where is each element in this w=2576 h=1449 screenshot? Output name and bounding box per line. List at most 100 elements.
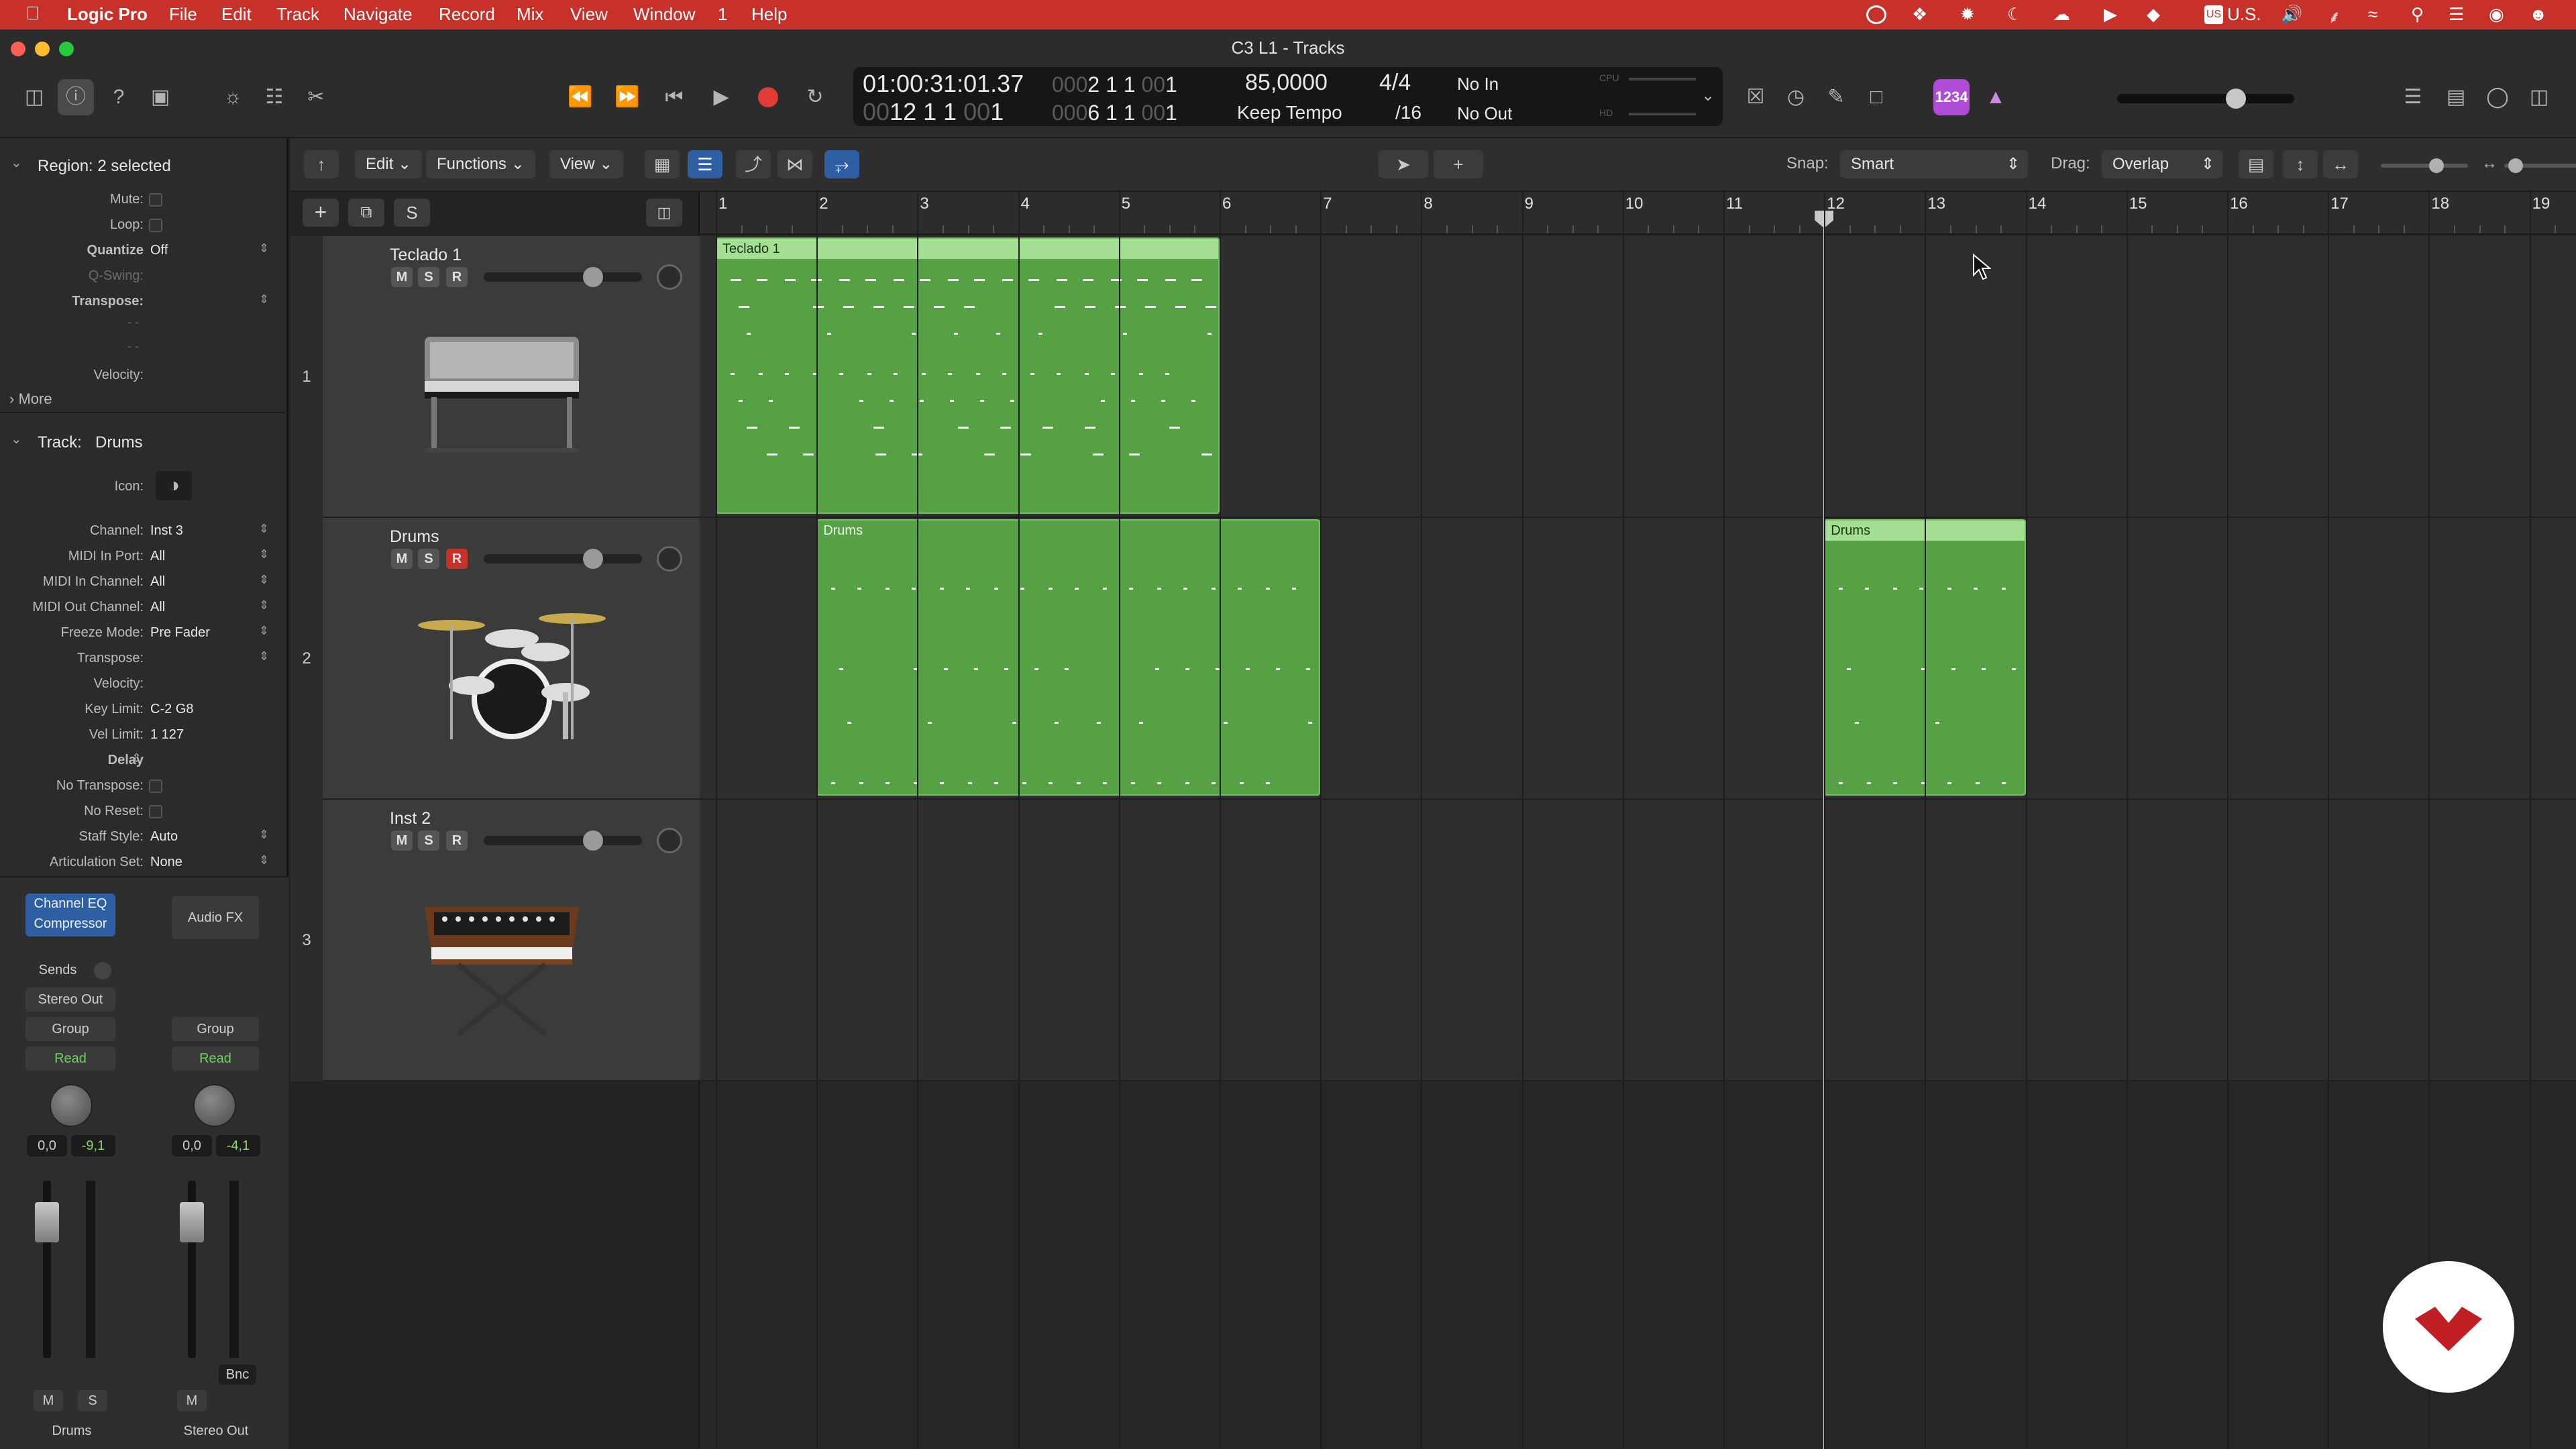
region-param-row[interactable]: Mute: (0, 188, 288, 212)
menu-edit[interactable]: Edit (221, 4, 252, 25)
pointer-tool-icon[interactable]: ➤ (1379, 150, 1428, 178)
track-volume-slider[interactable] (484, 554, 642, 564)
track-param-row[interactable]: Transpose: ⇕ (0, 647, 288, 671)
cloud-icon[interactable]: ☁ (2053, 4, 2070, 25)
stepper-icon[interactable]: ⇕ (259, 547, 269, 561)
vertical-zoom-knob[interactable] (2429, 158, 2444, 173)
bounce-button[interactable]: Bnc (219, 1364, 256, 1385)
snap-select[interactable]: Smart ⇕ (1840, 150, 2028, 178)
stepper-icon[interactable]: ⇕ (259, 522, 269, 536)
track-param-row[interactable]: Icon: ◑ (0, 471, 288, 500)
midi-region[interactable]: Drums (816, 519, 1321, 796)
track-param-row[interactable]: No Reset: (0, 800, 288, 824)
notepad-icon[interactable]: ▤ (2438, 79, 2474, 115)
bluetooth-icon[interactable]: ⸙ (2328, 4, 2341, 28)
tempo-value[interactable]: 85,0000 (1245, 70, 1328, 96)
track-mute-button[interactable]: M (391, 267, 413, 287)
siri-icon[interactable]: ◉ (2489, 4, 2504, 25)
loop-browser-icon[interactable]: ◯ (2479, 79, 2516, 115)
track-param-row[interactable]: No Transpose: (0, 774, 288, 798)
folder-track-icon[interactable]: ◫ (646, 199, 682, 227)
drag-select[interactable]: Overlap ⇕ (2102, 150, 2222, 178)
track-record-button[interactable]: R (446, 549, 468, 569)
group-slot[interactable]: Group (25, 1017, 115, 1041)
menu-help[interactable]: Help (751, 4, 787, 25)
lcd-menu-chevron-icon[interactable]: ⌄ (1701, 86, 1715, 105)
cycle-icon[interactable]: ↻ (797, 79, 833, 115)
user-icon[interactable]: ☻ (2529, 4, 2547, 25)
wifi-icon[interactable]: ≈ (2368, 4, 2377, 25)
play-circle-icon[interactable]: ▶ (2104, 4, 2117, 25)
track-header[interactable]: 1 Teclado 1 MSR (290, 236, 700, 518)
lcd-display[interactable]: 01:00:31:01.37 0002 1 1 001 0012 1 1 001… (853, 67, 1723, 126)
library-icon[interactable]: ◫ (16, 79, 52, 115)
track-name[interactable]: Teclado 1 (390, 246, 462, 265)
track-param-row[interactable]: Key Limit: C-2 G8 (0, 698, 288, 722)
track-header[interactable]: 3 Inst 2 MSR (290, 800, 700, 1081)
edit-menu-button[interactable]: Edit ⌄ (355, 150, 423, 178)
volume-icon[interactable]: 🔊 (2281, 4, 2302, 25)
control-center-icon[interactable]: ☰ (2449, 4, 2464, 25)
stepper-icon[interactable]: ⇕ (259, 241, 269, 256)
solo-button[interactable]: S (78, 1390, 107, 1411)
track-volume-knob[interactable] (583, 830, 603, 851)
checkbox[interactable] (149, 780, 162, 793)
track-record-button[interactable]: R (446, 267, 468, 287)
group-slot[interactable]: Group (172, 1017, 259, 1041)
stepper-icon[interactable]: ⇕ (131, 751, 142, 765)
track-lane[interactable] (700, 800, 2576, 1081)
menu-file[interactable]: File (169, 4, 197, 25)
tempo-mode[interactable]: Keep Tempo (1237, 102, 1342, 123)
track-inspector-header[interactable]: ⌄ Track: Drums (0, 427, 288, 456)
creative-cloud-icon[interactable] (1866, 5, 1886, 24)
region-param-row[interactable]: Transpose: ⇕ (0, 290, 288, 314)
menu-1[interactable]: 1 (718, 4, 727, 25)
time-signature[interactable]: 4/4 (1379, 70, 1411, 96)
pan-knob[interactable] (193, 1084, 236, 1127)
metronome-icon[interactable]: ▲ (1978, 79, 2014, 115)
menu-record[interactable]: Record (439, 4, 495, 25)
stepper-icon[interactable]: ⇕ (259, 624, 269, 638)
mute-button[interactable]: M (34, 1390, 63, 1411)
waveform-zoom-icon[interactable]: ▤ (2239, 150, 2273, 178)
track-name[interactable]: Inst 2 (390, 809, 431, 828)
rewind-icon[interactable]: ⏪ (562, 79, 598, 115)
automation-mode[interactable]: Read (25, 1046, 115, 1071)
fader-cap[interactable] (180, 1202, 204, 1242)
track-solo-button[interactable]: S (418, 267, 439, 287)
track-mute-button[interactable]: M (391, 549, 413, 569)
checkbox[interactable] (149, 219, 162, 232)
moon-icon[interactable]: ☾ (2007, 4, 2023, 25)
quick-help-icon[interactable]: ? (101, 79, 137, 115)
stepper-icon[interactable]: ⇕ (259, 649, 269, 663)
count-in-button[interactable]: 1234 (1933, 79, 1970, 115)
track-param-row[interactable]: Articulation Set: None ⇕ (0, 851, 288, 875)
track-volume-slider[interactable] (484, 272, 642, 282)
list-editors-icon[interactable]: ☰ (2395, 79, 2431, 115)
region-param-row[interactable]: Loop: (0, 213, 288, 237)
track-volume-knob[interactable] (583, 267, 603, 287)
secondary-tool-icon[interactable]: + (1434, 150, 1483, 178)
play-icon[interactable]: ▶ (703, 79, 739, 115)
metronome-settings-icon[interactable]: □ (1858, 79, 1894, 115)
bar-ruler[interactable]: 1 2 3 4 5 6 7 8 9 10 11 12 13 14 15 16 17 18 19 (700, 192, 2576, 235)
track-pan-knob[interactable] (657, 546, 682, 572)
drum-kit-icon[interactable]: ◑ (156, 471, 192, 500)
master-volume-slider[interactable] (2117, 94, 2294, 103)
master-volume-knob[interactable] (2226, 89, 2246, 109)
menu-mix[interactable]: Mix (517, 4, 543, 25)
midi-region[interactable]: Teclado 1 (716, 237, 1220, 514)
track-record-button[interactable]: R (446, 830, 468, 851)
track-param-row[interactable]: Vel Limit: 1 127 (0, 723, 288, 747)
track-param-row[interactable]: MIDI In Port: All ⇕ (0, 545, 288, 569)
track-mute-button[interactable]: M (391, 830, 413, 851)
fast-forward-icon[interactable]: ⏩ (609, 79, 645, 115)
browsers-icon[interactable]: ◫ (2521, 79, 2557, 115)
record-button[interactable] (750, 79, 786, 115)
track-param-row[interactable]: Freeze Mode: Pre Fader ⇕ (0, 621, 288, 645)
track-param-row[interactable]: Velocity: (0, 672, 288, 696)
replace-icon[interactable]: ☒ (1737, 79, 1774, 115)
tracks-area[interactable]: 1 2 3 4 5 6 7 8 9 10 11 12 13 14 15 16 17 18 19 Teclado 1D… (700, 192, 2576, 1449)
region-inspector-header[interactable]: ⌄ Region: 2 selected (0, 150, 288, 180)
grid-view-icon[interactable]: ▦ (645, 150, 680, 178)
